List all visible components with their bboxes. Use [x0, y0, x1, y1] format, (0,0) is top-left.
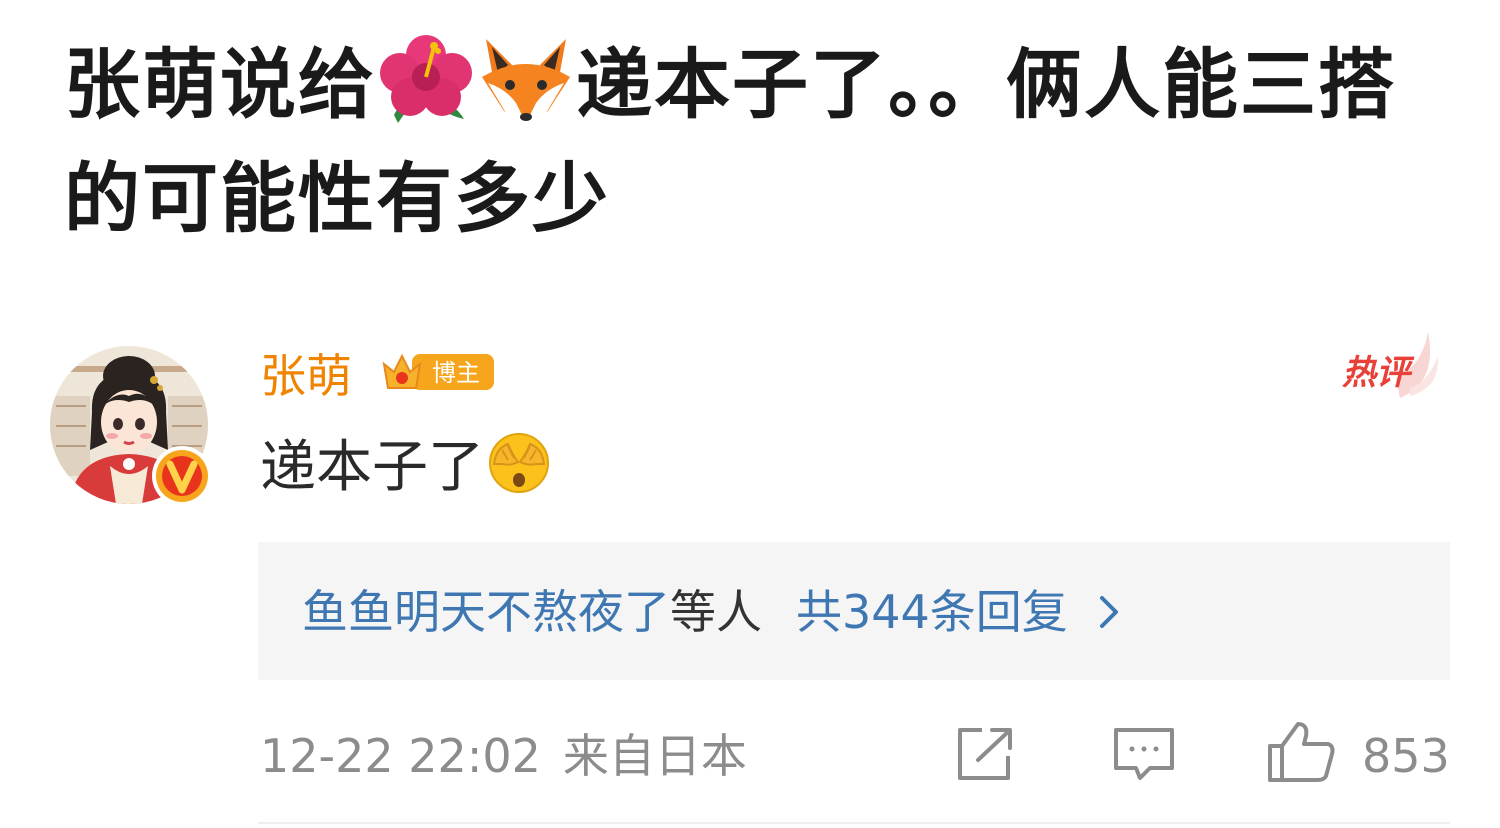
reply-preview-line[interactable]: 鱼鱼明天不熬夜了等人 共344条回复	[302, 580, 1122, 644]
comment-source: 来自日本	[562, 729, 747, 783]
reply-user-names[interactable]: 鱼鱼明天不熬夜了	[302, 585, 670, 639]
divider	[258, 822, 1450, 824]
chevron-right-icon[interactable]	[1096, 592, 1122, 632]
comment-time: 12-22 22:02	[260, 729, 541, 783]
post-title-text-1: 张萌说给	[64, 40, 376, 129]
hot-comment-badge: 热评	[1342, 332, 1439, 398]
reply-preview[interactable]: 鱼鱼明天不熬夜了等人 共344条回复	[258, 542, 1450, 680]
post-title: 张萌说给 递本子了。。俩人能三搭的可能性有多少	[64, 28, 1454, 256]
comment-icon[interactable]	[1110, 724, 1178, 784]
blogger-badge-label: 博主	[432, 359, 480, 387]
reply-suffix: 等人	[670, 585, 762, 639]
verified-v-icon	[152, 446, 212, 506]
username[interactable]: 张萌	[260, 344, 352, 408]
like-count: 853	[1362, 729, 1450, 783]
share-icon[interactable]	[952, 724, 1018, 784]
hot-badge-label: 热评	[1342, 353, 1415, 393]
thumbs-up-icon[interactable]	[1264, 718, 1338, 784]
comment-text-content: 递本子了	[260, 435, 484, 500]
face-covering-eyes-icon	[489, 433, 549, 493]
comment-text: 递本子了	[260, 428, 550, 508]
hibiscus-icon	[380, 35, 472, 123]
comment-meta: 12-22 22:02 来自日本	[260, 724, 747, 788]
fox-icon	[482, 39, 570, 123]
blogger-badge: 博主	[382, 353, 494, 390]
reply-count-link[interactable]: 共344条回复	[796, 585, 1068, 639]
